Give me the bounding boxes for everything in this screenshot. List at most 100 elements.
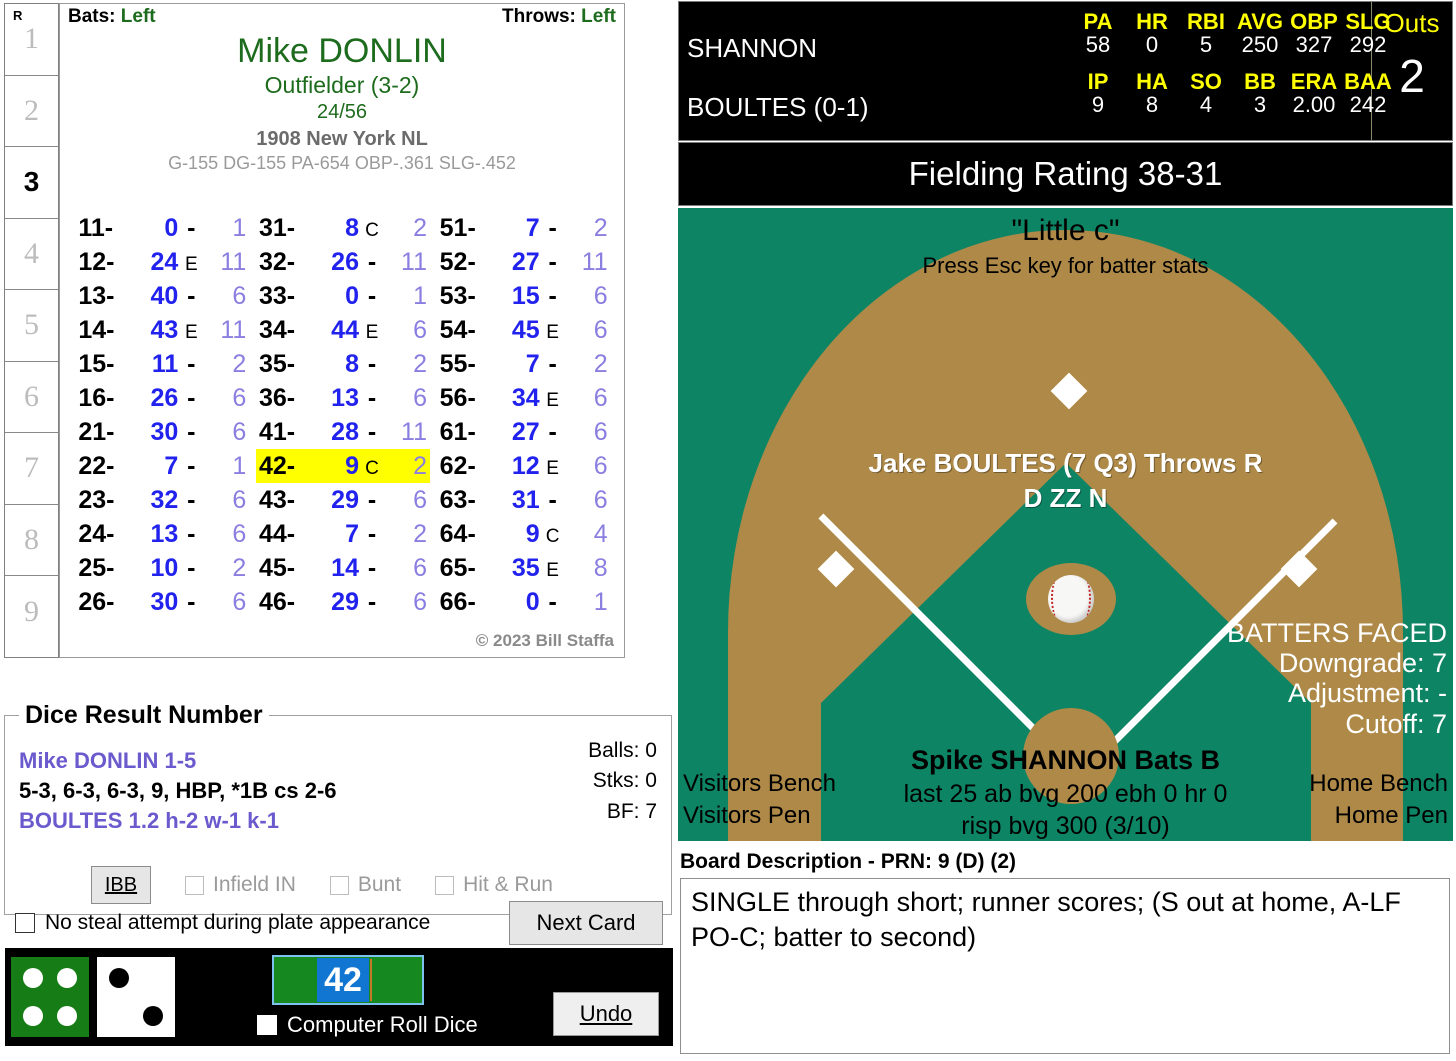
result-secondary: 4 (593, 520, 608, 548)
result-row-61[interactable]: 61- 27- 6 (437, 415, 611, 449)
result-row-11[interactable]: 11- 0- 1 (75, 211, 249, 245)
result-key: 25- (78, 554, 115, 582)
result-modifier: E (184, 254, 198, 275)
batter-card: Bats: Left Throws: Left Mike DONLIN Outf… (59, 3, 625, 658)
result-row-33[interactable]: 33- 0- 1 (256, 279, 430, 313)
visitors-bench-link[interactable]: Visitors Bench (683, 770, 836, 798)
board-description-box: SINGLE through short; runner scores; (S … (680, 878, 1450, 1054)
result-row-66[interactable]: 66- 0- 1 (437, 585, 611, 619)
batter-stat-header: PA (1083, 9, 1113, 34)
result-modifier: - (187, 520, 196, 548)
app-window: R 123456789 Bats: Left Throws: Left Mike… (0, 0, 1456, 1061)
result-key: 44- (258, 520, 296, 548)
result-row-16[interactable]: 16- 26- 6 (75, 381, 249, 415)
inning-cell-8[interactable]: 8 (5, 505, 58, 576)
scoreboard-stats: SHANNON BOULTES (0-1) PA 58 HR 0 RBI 5 AVG 250 O… (679, 2, 1392, 140)
result-row-63[interactable]: 63- 31- 6 (437, 483, 611, 517)
result-modifier: C (365, 458, 379, 479)
result-secondary: 2 (232, 350, 247, 378)
throws-group: Throws: Left (502, 6, 616, 28)
roll-value-field[interactable]: 42 (272, 955, 424, 1005)
infield-in-checkbox[interactable]: Infield IN (185, 873, 296, 897)
result-row-43[interactable]: 43- 29- 6 (256, 483, 430, 517)
inning-cell-6[interactable]: 6 (5, 362, 58, 433)
result-secondary: 6 (232, 282, 247, 310)
result-number: 24 (150, 248, 179, 276)
result-row-53[interactable]: 53- 15- 6 (437, 279, 611, 313)
result-row-13[interactable]: 13- 40- 6 (75, 279, 249, 313)
result-modifier: - (187, 384, 196, 412)
outs-value: 2 (1399, 50, 1425, 102)
batters-faced-title: BATTERS FACED (1226, 618, 1447, 648)
drn-batter-line: Mike DONLIN 1-5 (19, 748, 197, 773)
next-card-button[interactable]: Next Card (509, 901, 663, 945)
runs-header: R (13, 8, 23, 23)
result-row-22[interactable]: 22- 7- 1 (75, 449, 249, 483)
inning-cell-5[interactable]: 5 (5, 290, 58, 362)
inning-cell-2[interactable]: 2 (5, 76, 58, 147)
result-key: 53- (439, 282, 476, 310)
result-number: 0 (345, 282, 359, 310)
computer-roll-dice-checkbox[interactable]: Computer Roll Dice (257, 1012, 478, 1038)
result-row-42[interactable]: 42- 9 C 2 (255, 449, 430, 483)
result-row-41[interactable]: 41- 28-11 (256, 415, 430, 449)
inning-cell-4[interactable]: 4 (5, 219, 58, 290)
result-modifier: - (548, 350, 557, 378)
result-row-62[interactable]: 62- 12 E 6 (437, 449, 611, 483)
ibb-button[interactable]: IBB (91, 866, 151, 904)
result-row-52[interactable]: 52- 27-11 (437, 245, 611, 279)
result-row-32[interactable]: 32- 26-11 (256, 245, 430, 279)
pitcher-info-line-2: D ZZ N (1023, 483, 1108, 513)
result-row-51[interactable]: 51- 7- 2 (437, 211, 611, 245)
green-die[interactable] (11, 957, 89, 1037)
text-caret (370, 959, 372, 1001)
result-number: 30 (150, 418, 179, 446)
visitors-pen-link[interactable]: Visitors Pen (683, 802, 811, 830)
batter-stat-header: AVG (1236, 9, 1284, 34)
result-row-35[interactable]: 35- 8- 2 (256, 347, 430, 381)
result-number: 11 (151, 350, 179, 378)
result-row-34[interactable]: 34- 44 E 6 (256, 313, 430, 347)
result-row-24[interactable]: 24- 13- 6 (75, 517, 249, 551)
result-row-64[interactable]: 64- 9 C 4 (437, 517, 611, 551)
result-key: 14- (78, 316, 115, 344)
home-pen-link[interactable]: Home Pen (1335, 802, 1448, 830)
result-modifier: E (184, 322, 198, 343)
batter-stat-header: RBI (1187, 9, 1225, 34)
result-row-65[interactable]: 65- 35 E 8 (437, 551, 611, 585)
dice-result-number-title: Dice Result Number (19, 701, 269, 730)
result-row-14[interactable]: 14- 43 E 11 (75, 313, 249, 347)
result-row-44[interactable]: 44- 7- 2 (256, 517, 430, 551)
result-key: 45- (258, 554, 296, 582)
result-row-23[interactable]: 23- 32- 6 (75, 483, 249, 517)
copyright-notice: © 2023 Bill Staffa (475, 631, 614, 650)
no-steal-label: No steal attempt during plate appearance (45, 911, 431, 934)
hit-and-run-checkbox[interactable]: Hit & Run (435, 873, 553, 897)
result-row-31[interactable]: 31- 8 C 2 (256, 211, 430, 245)
result-row-46[interactable]: 46- 29- 6 (256, 585, 430, 619)
bunt-checkbox[interactable]: Bunt (329, 873, 401, 897)
no-steal-checkbox[interactable]: No steal attempt during plate appearance (15, 911, 430, 935)
result-row-26[interactable]: 26- 30- 6 (75, 585, 249, 619)
result-row-56[interactable]: 56- 34 E 6 (437, 381, 611, 415)
result-modifier: - (187, 350, 196, 378)
pitcher-stat-header: HA (1136, 69, 1168, 94)
inning-cell-9[interactable]: 9 (5, 576, 58, 648)
result-row-55[interactable]: 55- 7- 2 (437, 347, 611, 381)
white-die[interactable] (97, 957, 175, 1037)
home-bench-link[interactable]: Home Bench (1309, 770, 1448, 798)
undo-button[interactable]: Undo (553, 992, 659, 1036)
result-row-12[interactable]: 12- 24 E 11 (75, 245, 249, 279)
result-row-36[interactable]: 36- 13- 6 (256, 381, 430, 415)
result-key: 35- (258, 350, 296, 378)
result-row-25[interactable]: 25- 10- 2 (75, 551, 249, 585)
inning-cell-3[interactable]: 3 (5, 147, 58, 219)
result-modifier: C (365, 220, 379, 241)
result-row-54[interactable]: 54- 45 E 6 (437, 313, 611, 347)
inning-cell-7[interactable]: 7 (5, 433, 58, 505)
result-row-15[interactable]: 15- 11- 2 (75, 347, 249, 381)
pitcher-stat-value: 2.00 (1292, 92, 1336, 118)
result-modifier: - (187, 588, 196, 616)
result-row-21[interactable]: 21- 30- 6 (75, 415, 249, 449)
result-row-45[interactable]: 45- 14- 6 (256, 551, 430, 585)
